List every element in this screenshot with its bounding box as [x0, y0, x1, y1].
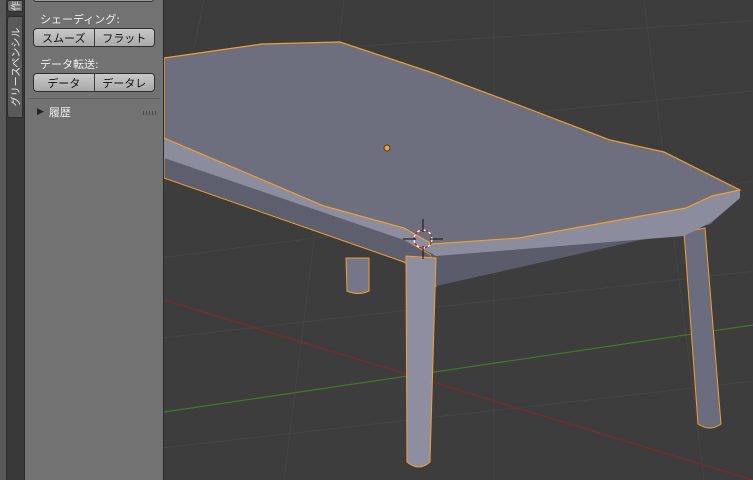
- tab-create[interactable]: 作: [7, 0, 23, 12]
- triangle-right-icon: ▶: [37, 107, 44, 117]
- data-button[interactable]: データ: [34, 74, 94, 91]
- shading-button-row: スムーズ フラット: [33, 28, 155, 47]
- table-leg-back: [345, 257, 370, 294]
- drag-grip-icon[interactable]: [143, 111, 157, 115]
- tab-create-label: 作: [11, 1, 23, 11]
- shading-smooth-button[interactable]: スムーズ: [34, 29, 94, 46]
- data-layout-button[interactable]: データレ: [93, 74, 154, 91]
- region-edge: [0, 0, 7, 480]
- data-transfer-button-row: データ データレ: [33, 73, 155, 92]
- panel-divider: [28, 98, 160, 99]
- object-origin-dot[interactable]: [383, 144, 391, 152]
- tool-shelf-panel: シェーディング: スムーズ フラット データ転送: データ データレ ▶ 履歴: [25, 0, 164, 480]
- tab-grease-pencil[interactable]: グリースペンシル: [7, 16, 23, 118]
- 3d-viewport[interactable]: [164, 0, 753, 480]
- history-label: 履歴: [48, 106, 71, 119]
- tab-grease-pencil-label: グリースペンシル: [11, 27, 23, 107]
- shading-label: シェーディング:: [40, 13, 120, 26]
- history-panel-header[interactable]: ▶ 履歴: [37, 105, 157, 119]
- data-transfer-label: データ転送:: [40, 58, 99, 71]
- shading-flat-button[interactable]: フラット: [93, 29, 154, 46]
- cut-off-button[interactable]: [33, 0, 154, 2]
- tool-tab-strip: 作 グリースペンシル: [0, 0, 25, 480]
